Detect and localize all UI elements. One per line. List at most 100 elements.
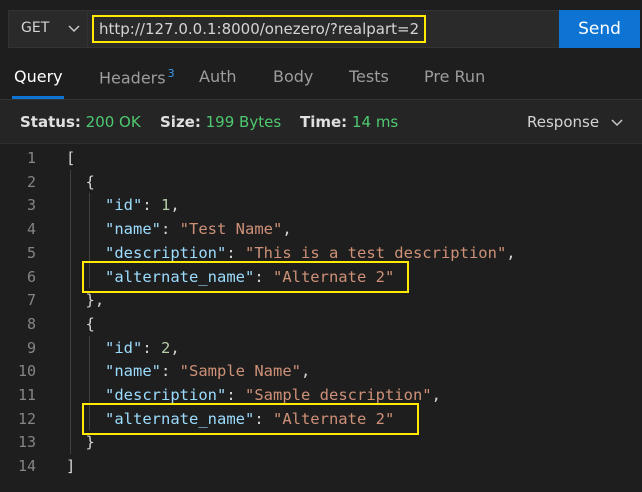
code-line: 10 "name": "Sample Name", xyxy=(0,359,642,383)
time-info: Time: 14 ms xyxy=(300,113,398,131)
json-string-value: "Test Name" xyxy=(179,220,283,239)
json-separator: : xyxy=(142,338,161,357)
json-punctuation: , xyxy=(431,386,441,404)
indent-guide xyxy=(89,193,90,289)
json-punctuation: }, xyxy=(85,291,105,310)
code-text: }, xyxy=(86,288,105,312)
line-number: 7 xyxy=(26,291,36,310)
tab-body[interactable]: Body xyxy=(273,67,313,86)
tab-tests[interactable]: Tests xyxy=(349,67,389,86)
code-text: { xyxy=(86,170,95,194)
size-value: 199 Bytes xyxy=(205,113,282,131)
response-view-select[interactable]: Response xyxy=(527,113,599,131)
tab-auth[interactable]: Auth xyxy=(199,67,237,86)
json-number-value: 1 xyxy=(161,196,171,215)
code-line: 4 "name": "Test Name", xyxy=(0,217,642,241)
indent-guide xyxy=(89,335,90,431)
json-string-value: "This is a test description" xyxy=(245,243,507,262)
json-punctuation: , xyxy=(301,362,311,381)
code-text: [ xyxy=(66,146,75,170)
line-number: 2 xyxy=(26,172,36,191)
line-number: 5 xyxy=(26,243,36,262)
code-line: 9 "id": 2, xyxy=(0,336,642,360)
json-punctuation: , xyxy=(170,196,180,215)
code-line: 3 "id": 1, xyxy=(0,193,642,217)
status-label: Status: xyxy=(20,113,81,131)
method-label: GET xyxy=(21,20,50,36)
code-line: 12 "alternate_name": "Alternate 2" xyxy=(0,407,642,431)
json-key: "description" xyxy=(105,243,227,262)
code-text: "alternate_name": "Alternate 2" xyxy=(105,407,394,431)
code-text: "description": "Sample description", xyxy=(105,383,441,407)
code-line: 2{ xyxy=(0,170,642,194)
json-separator: : xyxy=(254,267,273,286)
method-select[interactable]: GET xyxy=(8,10,88,48)
line-number: 12 xyxy=(17,409,36,428)
line-number: 9 xyxy=(26,338,36,357)
code-text: "description": "This is a test descripti… xyxy=(105,241,516,265)
code-text: } xyxy=(86,430,95,454)
json-separator: : xyxy=(142,196,161,215)
code-line: 7}, xyxy=(0,288,642,312)
code-line: 8{ xyxy=(0,312,642,336)
status-info: Status: 200 OK xyxy=(20,113,141,131)
json-key: "description" xyxy=(105,386,227,404)
code-text: "name": "Sample Name", xyxy=(105,359,310,383)
size-label: Size: xyxy=(160,113,201,131)
url-field-container xyxy=(88,10,559,48)
tab-query[interactable]: Query xyxy=(14,67,63,86)
response-status-bar: Status: 200 OK Size: 199 Bytes Time: 14 … xyxy=(0,100,642,144)
request-tabs: Query Headers 3 Auth Body Tests Pre Run xyxy=(0,58,642,100)
json-separator: : xyxy=(254,409,273,428)
json-separator: : xyxy=(161,220,180,239)
request-bar: GET Send xyxy=(0,0,642,58)
url-input[interactable] xyxy=(92,15,426,43)
json-punctuation: } xyxy=(85,433,95,452)
json-string-value: "Alternate 2" xyxy=(272,409,395,428)
json-punctuation: { xyxy=(85,314,95,333)
line-number: 13 xyxy=(17,433,36,452)
status-value: 200 OK xyxy=(85,113,141,131)
tab-label: Auth xyxy=(199,67,237,86)
tab-label: Headers xyxy=(99,68,166,88)
code-line: 13} xyxy=(0,430,642,454)
chevron-down-icon xyxy=(68,25,80,33)
tab-pre-run[interactable]: Pre Run xyxy=(424,67,485,86)
chevron-down-icon[interactable] xyxy=(610,116,624,130)
json-punctuation: [ xyxy=(66,149,76,167)
tab-label: Pre Run xyxy=(424,67,486,86)
json-string-value: "Sample Name" xyxy=(179,362,301,381)
response-body-viewer[interactable]: 1[2{3 "id": 1, 4 "name": "Test Name", 5 "desc… xyxy=(0,146,642,492)
line-number: 10 xyxy=(17,362,36,381)
tab-label: Query xyxy=(14,67,63,86)
line-number: 14 xyxy=(17,457,36,476)
json-key: "id" xyxy=(105,338,143,357)
code-line: 14] xyxy=(0,454,642,478)
json-separator: : xyxy=(226,243,245,262)
send-button[interactable]: Send xyxy=(559,10,640,48)
json-key: "name" xyxy=(105,220,161,239)
json-punctuation: { xyxy=(85,172,95,191)
json-string-value: "Alternate 2" xyxy=(272,267,395,286)
tab-headers[interactable]: Headers 3 xyxy=(99,67,175,87)
headers-count-badge: 3 xyxy=(167,67,175,80)
json-separator: : xyxy=(226,386,245,404)
active-tab-indicator xyxy=(12,96,64,99)
json-punctuation: , xyxy=(170,338,180,357)
json-number-value: 2 xyxy=(161,338,171,357)
line-number: 1 xyxy=(26,149,36,167)
indent-guide xyxy=(70,169,71,455)
time-value: 14 ms xyxy=(351,113,399,131)
line-number: 6 xyxy=(26,267,36,286)
code-text: "alternate_name": "Alternate 2" xyxy=(105,265,394,289)
json-punctuation: ] xyxy=(66,457,76,476)
tab-label: Body xyxy=(273,67,314,86)
code-text: "name": "Test Name", xyxy=(105,217,292,241)
code-line: 1[ xyxy=(0,146,642,170)
json-punctuation: , xyxy=(506,243,516,262)
code-line: 11 "description": "Sample description", xyxy=(0,383,642,407)
code-text: "id": 1, xyxy=(105,193,180,217)
json-punctuation: , xyxy=(282,220,292,239)
code-line: 5 "description": "This is a test descript… xyxy=(0,241,642,265)
json-string-value: "Sample description" xyxy=(245,386,432,404)
